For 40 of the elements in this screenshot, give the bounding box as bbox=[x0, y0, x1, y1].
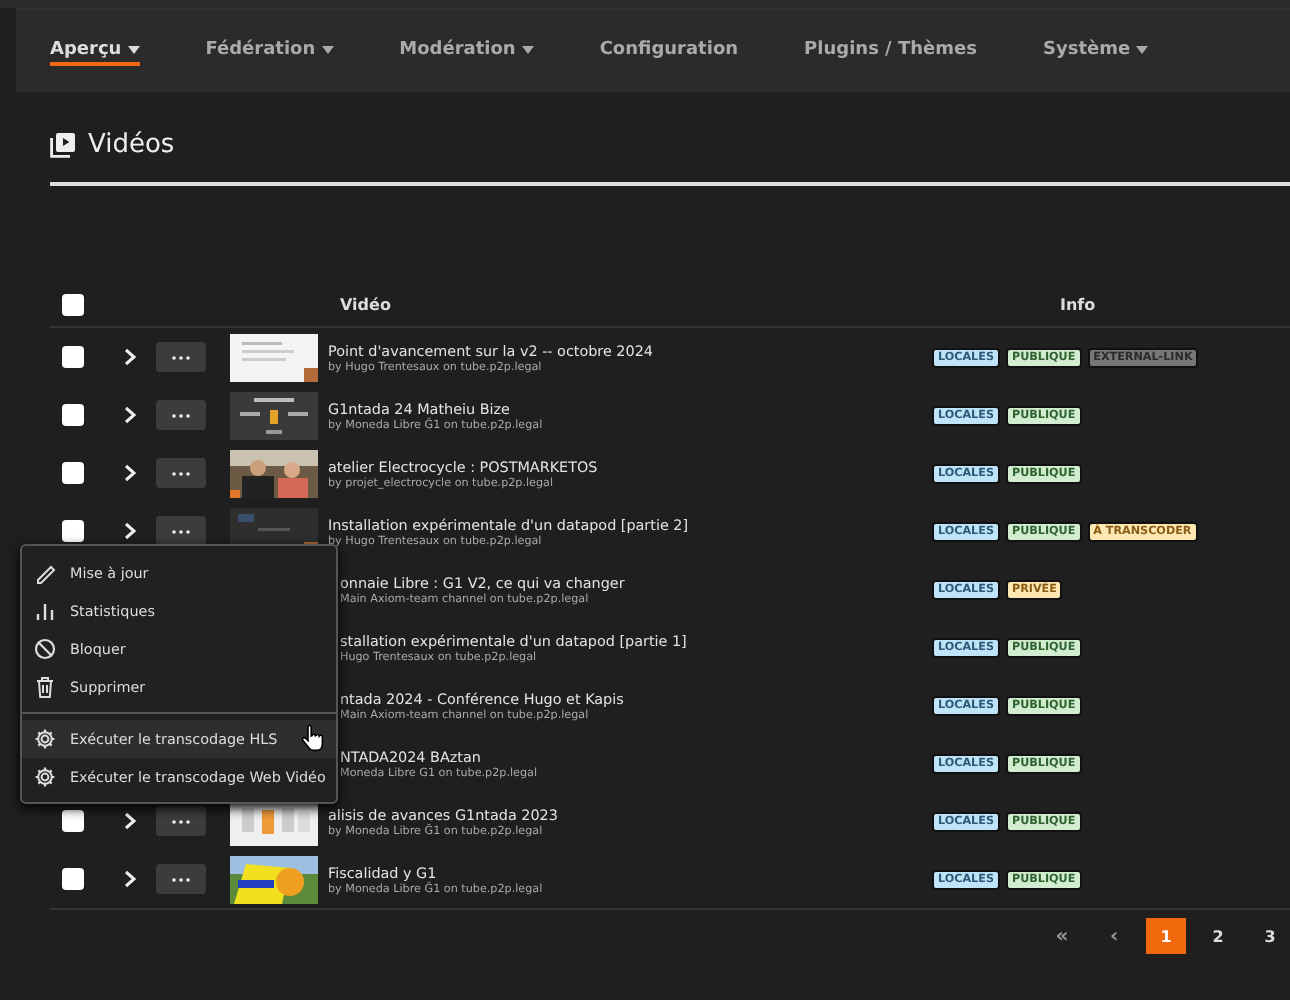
page-title: Vidéos bbox=[88, 129, 175, 159]
row-checkbox[interactable] bbox=[62, 810, 84, 832]
nav-tab[interactable]: Système bbox=[1042, 37, 1149, 65]
more-button[interactable] bbox=[156, 806, 206, 836]
expand-chevron-icon[interactable] bbox=[124, 870, 136, 888]
gear-icon bbox=[34, 766, 56, 788]
more-button[interactable] bbox=[156, 516, 206, 546]
pencil-icon bbox=[34, 562, 56, 584]
row-checkbox[interactable] bbox=[62, 346, 84, 368]
bar-chart-icon bbox=[34, 600, 56, 622]
nav-tab[interactable]: Configuration bbox=[599, 37, 739, 65]
expand-chevron-icon[interactable] bbox=[124, 464, 136, 482]
video-list-icon bbox=[50, 131, 76, 157]
expand-chevron-icon[interactable] bbox=[124, 812, 136, 830]
row-checkbox[interactable] bbox=[62, 462, 84, 484]
trash-icon bbox=[34, 676, 56, 698]
nav-tab[interactable]: Plugins / Thèmes bbox=[804, 37, 977, 65]
more-button[interactable] bbox=[156, 864, 206, 894]
more-button[interactable] bbox=[156, 342, 206, 372]
expand-chevron-icon[interactable] bbox=[124, 406, 136, 424]
select-all-checkbox[interactable] bbox=[62, 293, 84, 315]
nav-tab[interactable]: Fédération bbox=[205, 37, 334, 65]
gear-icon bbox=[34, 728, 56, 750]
nav-tab[interactable]: Modération bbox=[399, 37, 534, 65]
block-icon bbox=[34, 638, 56, 660]
more-button[interactable] bbox=[156, 458, 206, 488]
row-checkbox[interactable] bbox=[62, 868, 84, 890]
first-page-button[interactable]: « bbox=[1042, 918, 1082, 954]
row-checkbox[interactable] bbox=[62, 404, 84, 426]
pointer-cursor-icon bbox=[300, 724, 326, 752]
expand-chevron-icon[interactable] bbox=[124, 348, 136, 366]
nav-tab[interactable]: Aperçu bbox=[50, 37, 140, 65]
column-header: Info bbox=[1060, 295, 1096, 313]
more-button[interactable] bbox=[156, 400, 206, 430]
page-button[interactable]: 2 bbox=[1198, 918, 1238, 954]
previous-page-button[interactable]: ‹ bbox=[1094, 918, 1134, 954]
expand-chevron-icon[interactable] bbox=[124, 522, 136, 540]
page-button[interactable]: 3 bbox=[1250, 918, 1290, 954]
column-header: Vidéo bbox=[340, 295, 393, 313]
row-checkbox[interactable] bbox=[62, 520, 84, 542]
